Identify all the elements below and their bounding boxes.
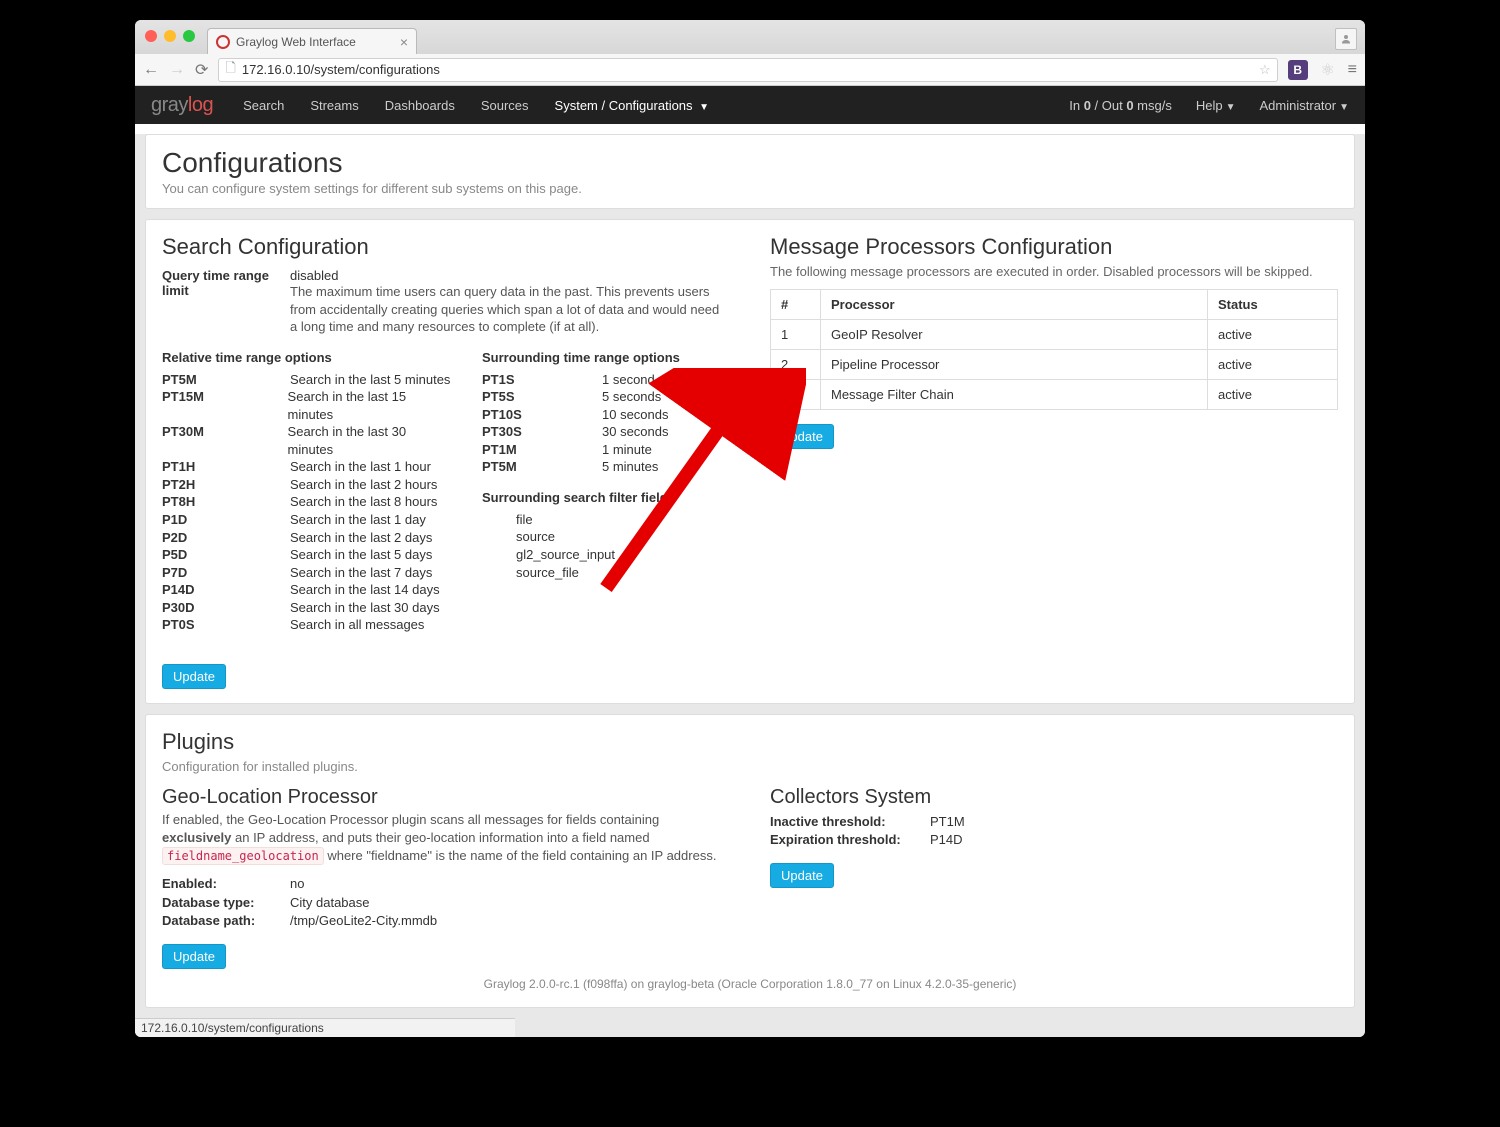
bookmark-star-icon[interactable]: ☆: [1259, 62, 1271, 78]
browser-tab[interactable]: Graylog Web Interface ×: [207, 28, 417, 54]
relative-option: PT15MSearch in the last 15 minutes: [162, 388, 452, 423]
nav-link-sources[interactable]: Sources: [481, 98, 529, 113]
surrounding-option: PT5S5 seconds: [482, 388, 680, 406]
th-processor: Processor: [821, 290, 1208, 320]
url-bar[interactable]: 🗋 172.16.0.10/system/configurations ☆: [218, 58, 1277, 82]
footer-version: Graylog 2.0.0-rc.1 (f098ffa) on graylog-…: [162, 969, 1338, 993]
geo-enabled-label: Enabled:: [162, 875, 290, 893]
relative-option: PT1HSearch in the last 1 hour: [162, 458, 452, 476]
th-status: Status: [1208, 290, 1338, 320]
chrome-profile-button[interactable]: [1335, 28, 1357, 50]
site-info-icon[interactable]: 🗋: [225, 59, 235, 81]
search-config-update-button[interactable]: Update: [162, 664, 226, 689]
surrounding-option: PT1S1 second: [482, 371, 680, 389]
th-num: #: [771, 290, 821, 320]
filter-head: Surrounding search filter fields: [482, 490, 680, 505]
expire-label: Expiration threshold:: [770, 831, 930, 849]
relative-head: Relative time range options: [162, 350, 452, 365]
help-menu[interactable]: Help▼: [1196, 98, 1236, 113]
zoom-window-button[interactable]: [183, 30, 195, 42]
page-header: Configurations You can configure system …: [145, 134, 1355, 209]
reload-button[interactable]: ⟳: [195, 60, 208, 80]
close-window-button[interactable]: [145, 30, 157, 42]
browser-toolbar: ← → ⟳ 🗋 172.16.0.10/system/configuration…: [135, 54, 1365, 86]
processors-table: # Processor Status 1GeoIP Resolveractive…: [770, 289, 1338, 410]
relative-option: PT0SSearch in all messages: [162, 616, 452, 634]
browser-status-bar: 172.16.0.10/system/configurations: [135, 1018, 515, 1037]
back-button[interactable]: ←: [143, 61, 159, 79]
tab-close-icon[interactable]: ×: [400, 34, 408, 50]
filter-field: source: [516, 528, 680, 546]
window-traffic-lights: [145, 30, 195, 42]
inactive-value: PT1M: [930, 813, 965, 831]
surrounding-head: Surrounding time range options: [482, 350, 680, 365]
geo-dbpath-value: /tmp/GeoLite2-City.mmdb: [290, 912, 437, 930]
page-title: Configurations: [162, 147, 1338, 179]
minimize-window-button[interactable]: [164, 30, 176, 42]
relative-option: P30DSearch in the last 30 days: [162, 599, 452, 617]
react-extension-icon[interactable]: ⚛: [1318, 60, 1338, 80]
graylog-logo[interactable]: graylog: [151, 94, 213, 117]
app-navbar: graylog Search Streams Dashboards Sources Sy…: [135, 86, 1365, 124]
surrounding-option: PT30S30 seconds: [482, 423, 680, 441]
processor-row: 3Message Filter Chainactive: [771, 380, 1338, 410]
nav-link-system-configurations[interactable]: System / Configurations ▼: [555, 98, 710, 113]
msg-proc-desc: The following message processors are exe…: [770, 264, 1338, 279]
geo-heading: Geo-Location Processor: [162, 786, 730, 809]
processor-row: 2Pipeline Processoractive: [771, 350, 1338, 380]
geo-dbtype-label: Database type:: [162, 894, 290, 912]
chrome-menu-icon[interactable]: ≡: [1348, 61, 1357, 79]
relative-option: P2DSearch in the last 2 days: [162, 529, 452, 547]
forward-button[interactable]: →: [169, 61, 185, 79]
nav-link-search[interactable]: Search: [243, 98, 284, 113]
relative-option: P7DSearch in the last 7 days: [162, 564, 452, 582]
msg-proc-update-button[interactable]: Update: [770, 424, 834, 449]
geo-update-button[interactable]: Update: [162, 944, 226, 969]
geo-desc: If enabled, the Geo-Location Processor p…: [162, 811, 730, 866]
relative-option: PT2HSearch in the last 2 hours: [162, 476, 452, 494]
plugins-subtitle: Configuration for installed plugins.: [162, 759, 1338, 774]
relative-option: PT5MSearch in the last 5 minutes: [162, 371, 452, 389]
processor-row: 1GeoIP Resolveractive: [771, 320, 1338, 350]
surrounding-option: PT1M1 minute: [482, 441, 680, 459]
surrounding-option: PT5M5 minutes: [482, 458, 680, 476]
relative-option: P1DSearch in the last 1 day: [162, 511, 452, 529]
nav-link-streams[interactable]: Streams: [310, 98, 358, 113]
expire-value: P14D: [930, 831, 963, 849]
nav-link-dashboards[interactable]: Dashboards: [385, 98, 455, 113]
collectors-update-button[interactable]: Update: [770, 863, 834, 888]
inactive-label: Inactive threshold:: [770, 813, 930, 831]
bootstrap-extension-icon[interactable]: B: [1288, 60, 1308, 80]
tab-title: Graylog Web Interface: [236, 35, 356, 49]
relative-option: PT8HSearch in the last 8 hours: [162, 493, 452, 511]
geo-dbpath-label: Database path:: [162, 912, 290, 930]
filter-field: source_file: [516, 564, 680, 582]
user-menu[interactable]: Administrator▼: [1260, 98, 1349, 113]
query-limit-desc: The maximum time users can query data in…: [290, 283, 730, 336]
page-subtitle: You can configure system settings for di…: [162, 181, 1338, 196]
filter-field: file: [516, 511, 680, 529]
filter-field: gl2_source_input: [516, 546, 680, 564]
surrounding-option: PT10S10 seconds: [482, 406, 680, 424]
browser-tab-bar: Graylog Web Interface ×: [135, 20, 1365, 54]
relative-option: PT30MSearch in the last 30 minutes: [162, 423, 452, 458]
search-config-heading: Search Configuration: [162, 234, 730, 260]
favicon-icon: [216, 35, 230, 49]
relative-option: P5DSearch in the last 5 days: [162, 546, 452, 564]
url-text: 172.16.0.10/system/configurations: [242, 62, 440, 77]
relative-option: P14DSearch in the last 14 days: [162, 581, 452, 599]
query-limit-value: disabled: [290, 268, 730, 283]
geo-dbtype-value: City database: [290, 894, 370, 912]
msg-proc-heading: Message Processors Configuration: [770, 234, 1338, 260]
throughput-indicator: In 0 / Out 0 msg/s: [1069, 98, 1172, 113]
query-limit-label: Query time range limit: [162, 268, 290, 336]
collectors-heading: Collectors System: [770, 786, 1338, 809]
geo-enabled-value: no: [290, 875, 304, 893]
plugins-heading: Plugins: [162, 729, 1338, 755]
